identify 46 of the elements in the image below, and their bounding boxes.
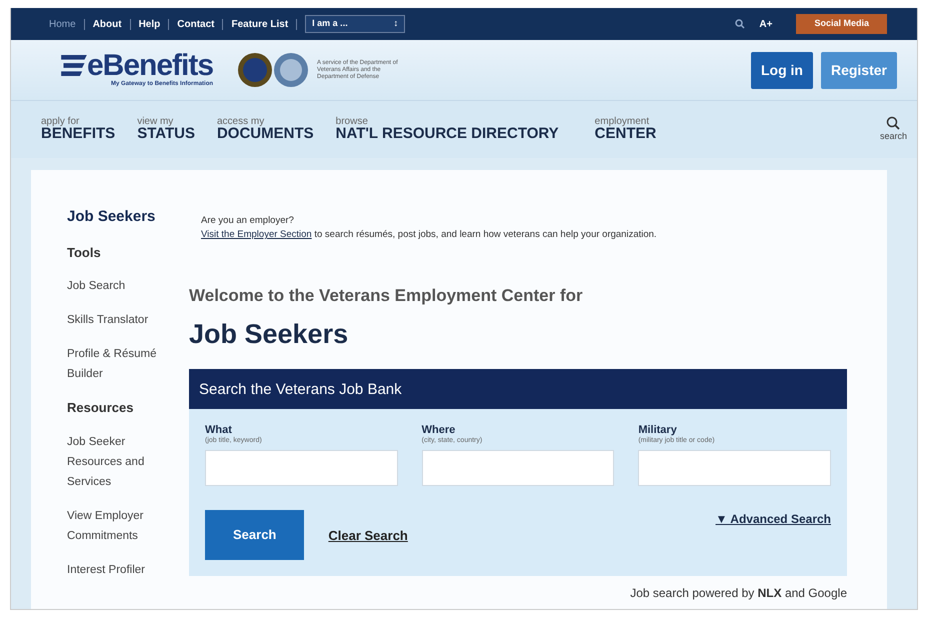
nav-link[interactable]: Feature List xyxy=(223,18,298,30)
employer-sentence: Visit the Employer Section to search résumés, post jobs, and learn how veterans can help your organization. xyxy=(200,228,658,242)
sidebar-title: Job Seekers xyxy=(67,207,156,227)
role-select[interactable]: I am a ... ↕ xyxy=(305,15,406,33)
nav-link[interactable]: Help xyxy=(130,18,170,30)
field-label: Military xyxy=(638,424,678,436)
sidebar-link[interactable]: Profile & Résumé Builder xyxy=(67,344,167,384)
search-link[interactable]: search xyxy=(880,116,907,144)
sidebar-link[interactable]: Job Seeker Resources and Services xyxy=(67,432,167,492)
powered-by-text: Job search powered by NLX and Google xyxy=(629,584,847,602)
stripes-icon xyxy=(61,55,87,76)
search-icon[interactable] xyxy=(735,19,746,29)
nav-tab[interactable]: apply for BENEFITS xyxy=(41,117,116,142)
nav-tab[interactable]: employment CENTER xyxy=(594,117,656,142)
employer-question: Are you an employer? xyxy=(200,214,295,228)
input-field[interactable] xyxy=(422,450,614,486)
login-button[interactable]: Log in xyxy=(750,52,813,88)
sidebar-link[interactable]: Job Search xyxy=(67,276,167,296)
sidebar-link[interactable]: View Employer Commitments xyxy=(67,506,167,546)
search-icon xyxy=(886,116,900,130)
search-button[interactable]: Search xyxy=(205,510,304,560)
nav-link[interactable]: Home xyxy=(41,18,85,30)
nav-tab[interactable]: view my STATUS xyxy=(137,117,195,142)
logo[interactable]: eBenefits xyxy=(87,52,214,80)
field-label: What xyxy=(205,424,233,436)
nav-tab[interactable]: access my DOCUMENTS xyxy=(216,117,314,142)
sidebar-heading: Resources xyxy=(67,399,134,417)
nav-tab[interactable]: browse NAT'L RESOURCE DIRECTORY xyxy=(336,117,559,142)
welcome-text: Welcome to the Veterans Employment Center for xyxy=(189,284,584,306)
social-media-button[interactable]: Social Media xyxy=(796,14,887,34)
nav-link[interactable]: Contact xyxy=(169,18,224,30)
input-field[interactable] xyxy=(205,450,398,486)
clear-search-link[interactable]: Clear Search xyxy=(328,526,408,546)
select-value: I am a ... xyxy=(312,17,348,30)
text-size-link[interactable]: A+ xyxy=(759,16,772,32)
field-label: Where xyxy=(422,424,456,436)
sidebar-link[interactable]: Skills Translator xyxy=(67,310,167,330)
sidebar-heading: Tools xyxy=(67,244,102,262)
sidebar-link[interactable]: Interest Profiler xyxy=(67,560,167,580)
nav-link[interactable]: About xyxy=(84,18,131,30)
employer-link[interactable]: Visit the Employer Section xyxy=(201,229,312,240)
page-heading: Job Seekers xyxy=(189,318,350,351)
advanced-search-link[interactable]: ▼ Advanced Search xyxy=(716,510,831,528)
panel-title: Search the Veterans Job Bank xyxy=(189,368,847,408)
caret-icon: ↕ xyxy=(394,17,398,31)
input-field[interactable] xyxy=(638,450,831,486)
